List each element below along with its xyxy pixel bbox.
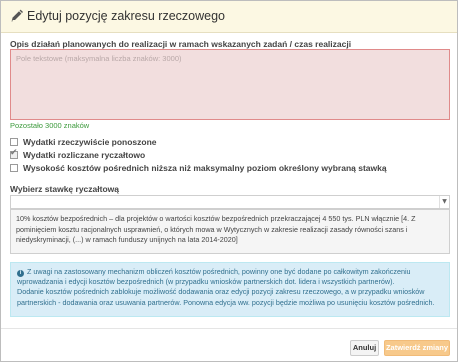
pencil-icon	[11, 9, 23, 22]
cancel-button[interactable]: Anuluj	[350, 340, 379, 356]
checkbox-lower-indirect-costs[interactable]: Wysokość kosztów pośrednich niższa niż m…	[10, 162, 387, 174]
checkbox-label: Wysokość kosztów pośrednich niższa niż m…	[23, 163, 387, 173]
info-alert: iZ uwagi na zastosowany mechanizm oblicz…	[10, 262, 450, 317]
description-label: Opis działań planowanych do realizacji w…	[10, 39, 352, 49]
caret-down-icon[interactable]: ▼	[439, 196, 449, 208]
info-text-2: Dodanie kosztów pośrednich zablokuje moż…	[17, 287, 435, 307]
rate-select-label: Wybierz stawkę ryczałtową	[10, 184, 119, 194]
checkbox-box[interactable]	[10, 138, 18, 146]
description-textarea[interactable]	[10, 49, 450, 120]
checkbox-label: Wydatki rozliczane ryczałtowo	[23, 150, 146, 160]
modal-title: Edytuj pozycję zakresu rzeczowego	[27, 9, 226, 23]
checkbox-label: Wydatki rzeczywiście ponoszone	[23, 137, 157, 147]
edit-scope-modal: Edytuj pozycję zakresu rzeczowego Opis d…	[0, 0, 458, 362]
info-text-1: Z uwagi na zastosowany mechanizm oblicze…	[17, 267, 411, 287]
rate-option[interactable]: 10% kosztów bezpośrednich – dla projektó…	[10, 209, 450, 254]
confirm-changes-button[interactable]: Zatwierdź zmiany	[384, 340, 450, 356]
checkbox-box-checked[interactable]	[10, 148, 18, 159]
checkbox-actual-costs[interactable]: Wydatki rzeczywiście ponoszone	[10, 136, 157, 148]
checkbox-flat-rate-costs[interactable]: Wydatki rozliczane ryczałtowo	[10, 148, 146, 161]
checkbox-box[interactable]	[10, 164, 18, 172]
rate-select[interactable]: ▼	[10, 195, 450, 209]
rate-option-text: 10% kosztów bezpośrednich – dla projektó…	[16, 214, 416, 244]
modal-header: Edytuj pozycję zakresu rzeczowego	[1, 1, 457, 33]
char-counter: Pozostało 3000 znaków	[10, 121, 90, 130]
footer-divider	[1, 328, 457, 329]
info-circle-icon: i	[17, 270, 24, 277]
